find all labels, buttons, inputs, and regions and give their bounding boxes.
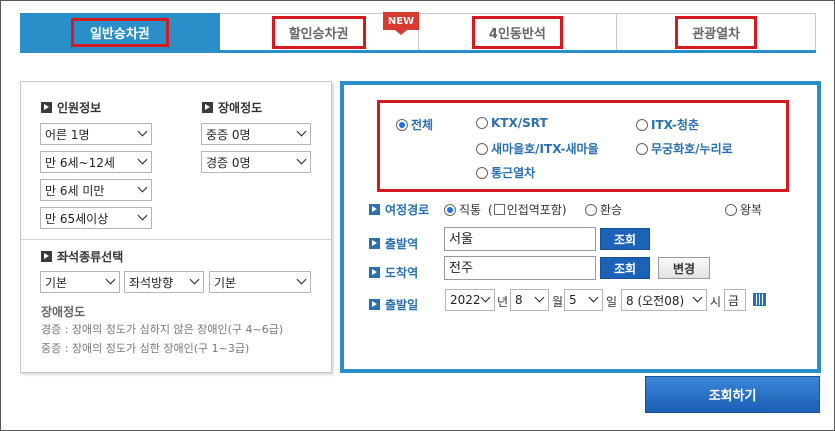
tab-label: 관광열차 [675, 15, 758, 49]
date-label: 출발일 [369, 296, 418, 313]
month-select[interactable]: 8 [510, 289, 549, 311]
chevron-down-icon [534, 292, 545, 303]
departure-label: 출발역 [369, 235, 418, 252]
tab-general-ticket[interactable]: 일반승차권 [20, 13, 220, 50]
year-unit: 년 [497, 295, 509, 309]
chevron-down-icon [296, 274, 307, 285]
train-type-box: 전체 KTX/SRT ITX-청춘 새마을호/ITX-새마을 무궁화호/누리로 … [377, 100, 789, 192]
train-saemaeul-radio[interactable]: 새마을호/ITX-새마을 [476, 140, 599, 157]
chevron-down-icon [137, 154, 148, 165]
radio-icon [476, 117, 488, 129]
passenger-section-title: 인원정보 [41, 99, 101, 116]
checkbox-icon [493, 204, 505, 215]
radio-icon [636, 118, 648, 131]
disability-note-title: 장애정도 [41, 305, 86, 319]
calendar-icon[interactable] [753, 293, 766, 306]
search-ticket-button[interactable]: 조회하기 [645, 376, 820, 413]
tab-label: 일반승차권 [70, 17, 169, 47]
arrow-right-icon [41, 251, 52, 262]
disability-section-title: 장애정도 [202, 99, 262, 116]
weekday-field: 금 [724, 289, 746, 311]
swap-stations-button[interactable]: 변경 [658, 257, 710, 279]
chevron-down-icon [296, 154, 307, 165]
tab-four-person-seat[interactable]: 4인동반석 [418, 13, 618, 50]
train-commuter-radio[interactable]: 통근열차 [476, 164, 535, 181]
arrival-input[interactable]: 전주 [444, 256, 596, 280]
seat-section-title: 좌석종류선택 [41, 248, 123, 265]
arrival-label: 도착역 [369, 264, 418, 281]
hour-unit: 시 [710, 295, 722, 309]
chevron-down-icon [189, 274, 200, 285]
radio-icon [476, 142, 488, 155]
route-transfer-radio[interactable]: 환승 [585, 201, 622, 218]
arrow-right-icon [369, 238, 380, 249]
route-panel: 전체 KTX/SRT ITX-청춘 새마을호/ITX-새마을 무궁화호/누리로 … [340, 81, 821, 373]
ticket-tabs: 일반승차권 할인승차권 4인동반석 관광열차 NEW [20, 12, 816, 53]
adult-select[interactable]: 어른 1명 [40, 123, 152, 145]
route-label: 여정경로 [369, 201, 429, 218]
day-select[interactable]: 5 [564, 289, 603, 311]
tab-tour-train[interactable]: 관광열차 [617, 13, 816, 50]
arrow-right-icon [202, 102, 213, 113]
seat-type-select[interactable]: 기본 [40, 271, 120, 293]
radio-icon [476, 166, 488, 179]
departure-search-button[interactable]: 조회 [600, 228, 650, 250]
arrow-right-icon [369, 267, 380, 278]
year-select[interactable]: 2022 [445, 289, 495, 311]
tab-label: 할인승차권 [271, 15, 366, 49]
tab-label: 4인동반석 [471, 15, 563, 49]
route-direct-radio[interactable]: 직통 [444, 201, 481, 218]
chevron-down-icon [480, 292, 491, 303]
chevron-down-icon [692, 292, 703, 303]
chevron-down-icon [137, 182, 148, 193]
radio-icon [585, 203, 597, 216]
infant-select[interactable]: 만 6세 미만 [40, 179, 152, 201]
passenger-panel: 인원정보 장애정도 어른 1명 만 6세~12세 만 6세 미만 만 65세이상… [20, 81, 332, 373]
radio-icon [725, 203, 737, 216]
disability-note-mild: 경증 : 장애의 정도가 심하지 않은 장애인(구 4~6급) [41, 323, 284, 336]
hour-select[interactable]: 8 (오전08) [621, 289, 707, 311]
arrow-right-icon [369, 299, 380, 310]
day-unit: 일 [606, 295, 618, 309]
train-mugunghwa-radio[interactable]: 무궁화호/누리로 [636, 140, 733, 157]
divider [21, 239, 331, 240]
route-roundtrip-radio[interactable]: 왕복 [725, 201, 762, 218]
seat-direction-select[interactable]: 좌석방향 [124, 271, 204, 293]
child-select[interactable]: 만 6세~12세 [40, 151, 152, 173]
seat-position-select[interactable]: 기본 [209, 271, 311, 293]
chevron-down-icon [296, 126, 307, 137]
month-unit: 월 [552, 295, 564, 309]
new-badge: NEW [383, 12, 419, 35]
mild-disability-select[interactable]: 경증 0명 [201, 151, 311, 173]
radio-checked-icon [396, 118, 408, 131]
departure-input[interactable]: 서울 [444, 227, 596, 251]
arrow-right-icon [369, 204, 380, 215]
train-itx-cheongchun-radio[interactable]: ITX-청춘 [636, 116, 699, 133]
severe-disability-select[interactable]: 중증 0명 [201, 123, 311, 145]
chevron-down-icon [137, 126, 148, 137]
chevron-down-icon [105, 274, 116, 285]
arrow-right-icon [41, 102, 52, 113]
train-all-radio[interactable]: 전체 [396, 116, 433, 133]
route-nearby-checkbox[interactable]: (인접역포함) [488, 201, 567, 218]
chevron-down-icon [137, 210, 148, 221]
radio-icon [636, 142, 648, 155]
train-ktx-radio[interactable]: KTX/SRT [476, 116, 548, 130]
senior-select[interactable]: 만 65세이상 [40, 207, 152, 229]
disability-note-severe: 중증 : 장애의 정도가 심한 장애인(구 1~3급) [41, 342, 250, 355]
arrival-search-button[interactable]: 조회 [600, 257, 650, 279]
chevron-down-icon [588, 292, 599, 303]
radio-checked-icon [444, 203, 456, 216]
